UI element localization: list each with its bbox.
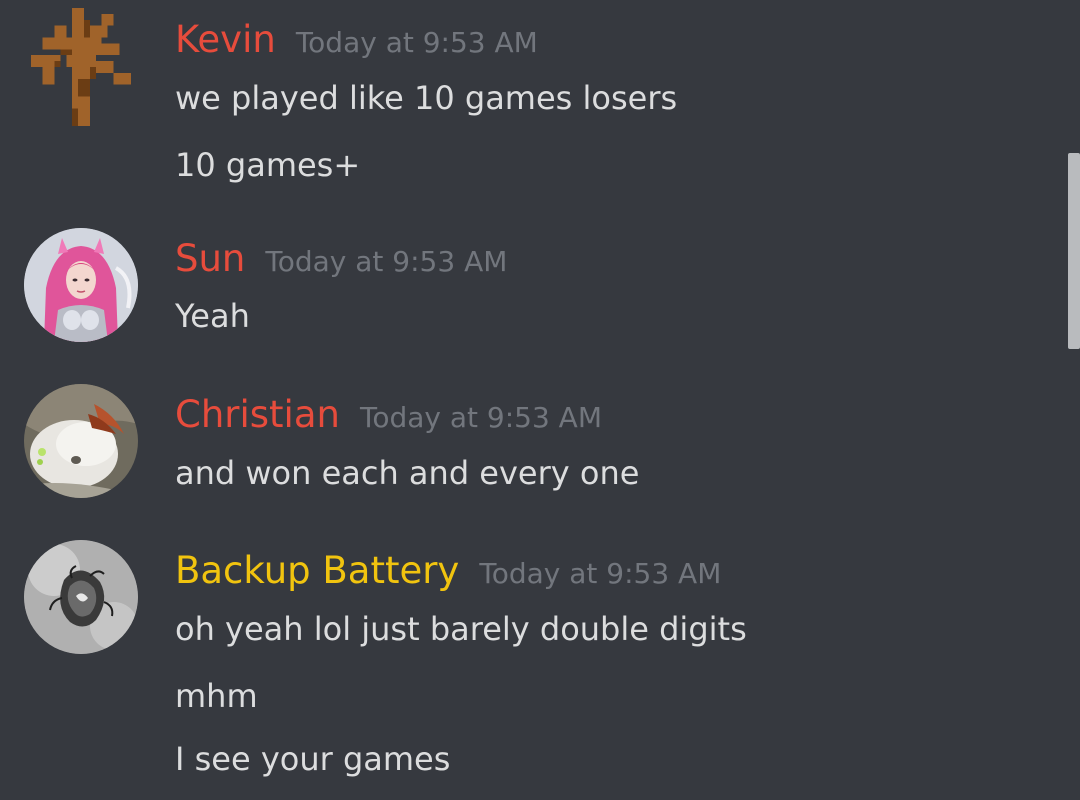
message-header: Sun Today at 9:53 AM	[175, 237, 507, 281]
avatar[interactable]	[30, 8, 132, 126]
message-text: 10 games+	[175, 146, 361, 184]
grayscale-art-icon	[24, 540, 138, 654]
username[interactable]: Kevin	[175, 18, 276, 62]
message-text: I see your games	[175, 740, 451, 778]
chat-message-list[interactable]: Kevin Today at 9:53 AM we played like 10…	[0, 0, 1080, 800]
message-text: oh yeah lol just barely double digits	[175, 610, 747, 648]
message-header: Christian Today at 9:53 AM	[175, 393, 602, 437]
avatar[interactable]	[24, 540, 138, 654]
pink-hair-character-icon	[24, 228, 138, 342]
avatar[interactable]	[24, 384, 138, 498]
message-text: and won each and every one	[175, 454, 640, 492]
username[interactable]: Backup Battery	[175, 549, 459, 593]
message-text: Yeah	[175, 297, 250, 335]
message-timestamp: Today at 9:53 AM	[265, 245, 508, 278]
username[interactable]: Sun	[175, 237, 245, 281]
pixel-tree-icon	[30, 8, 132, 126]
message-timestamp: Today at 9:53 AM	[359, 401, 602, 434]
message-text: we played like 10 games losers	[175, 79, 678, 117]
message-text: mhm	[175, 677, 258, 715]
avatar[interactable]	[24, 228, 138, 342]
message-timestamp: Today at 9:53 AM	[295, 26, 538, 59]
message-header: Backup Battery Today at 9:53 AM	[175, 549, 721, 593]
white-creature-icon	[24, 384, 138, 498]
scrollbar-thumb[interactable]	[1068, 153, 1080, 349]
message-timestamp: Today at 9:53 AM	[479, 557, 722, 590]
message-header: Kevin Today at 9:53 AM	[175, 18, 538, 62]
username[interactable]: Christian	[175, 393, 340, 437]
